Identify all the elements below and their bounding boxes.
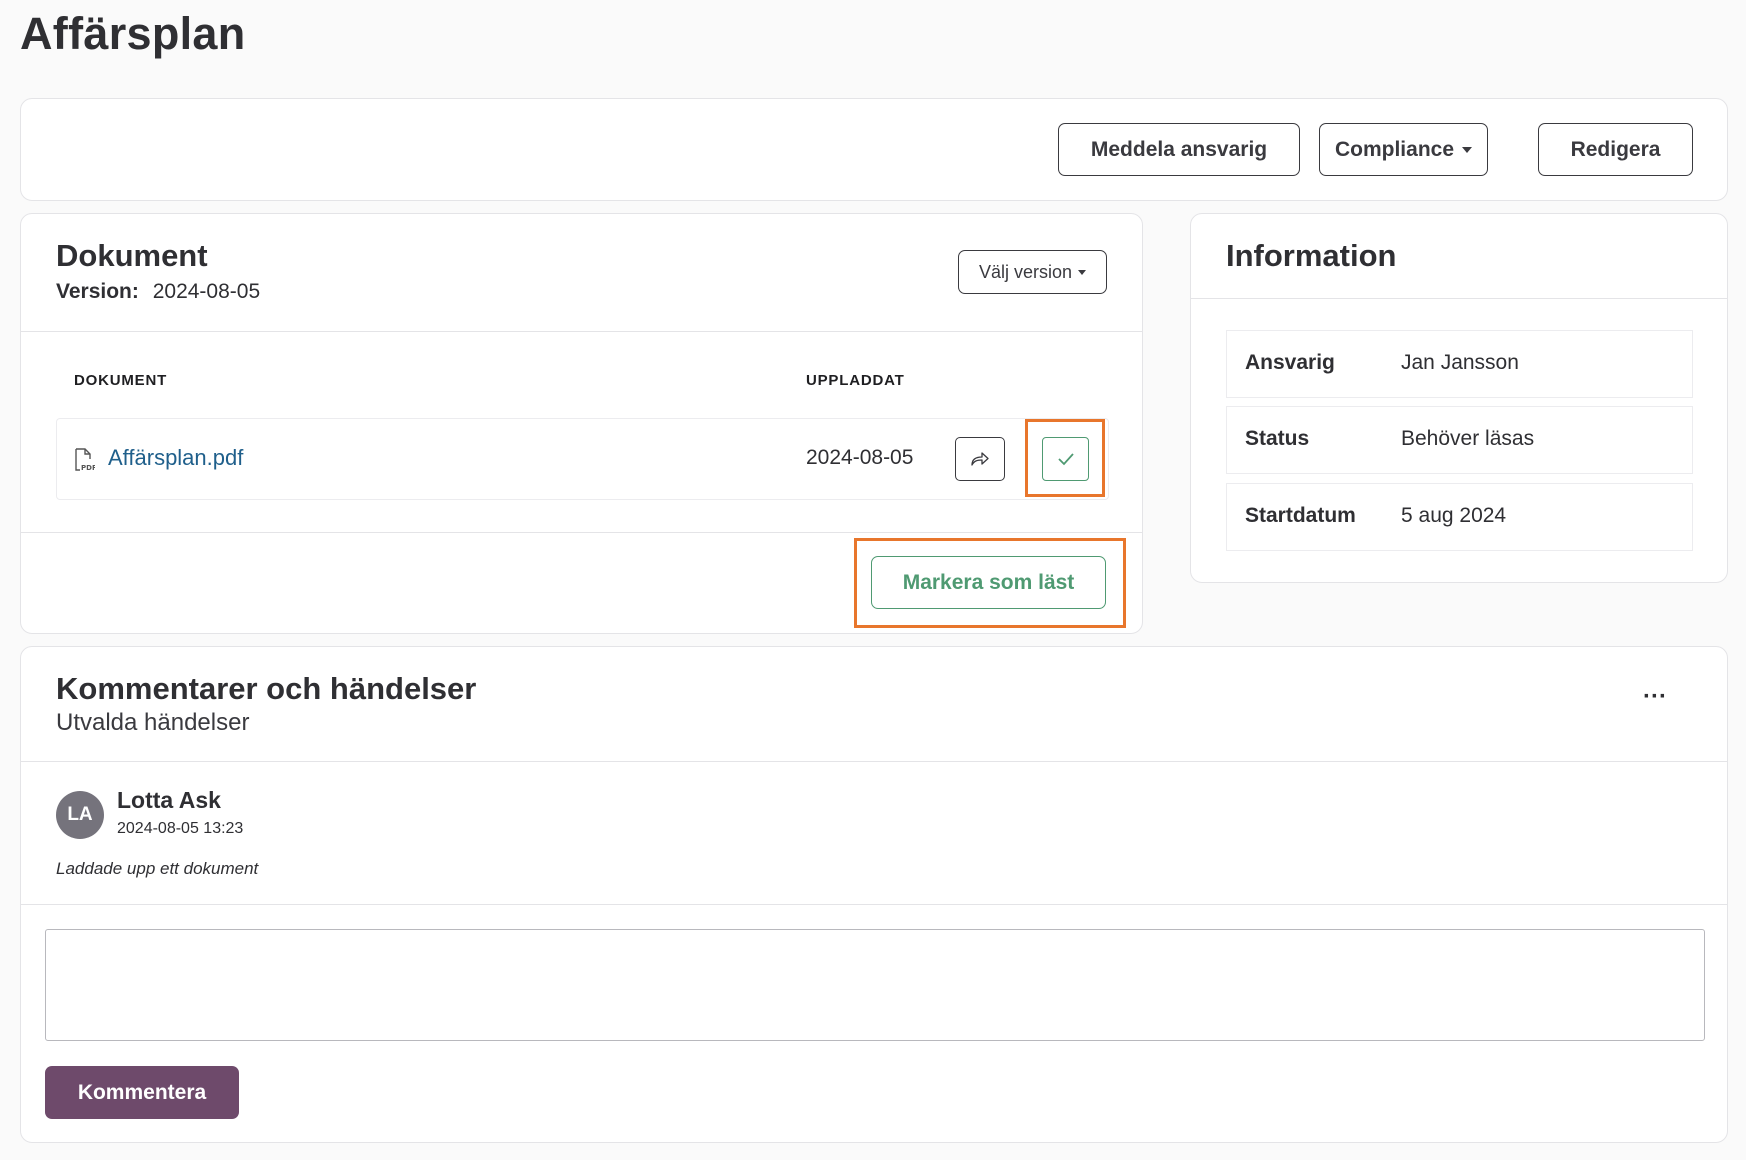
submit-comment-button[interactable]: Kommentera [45,1066,239,1119]
edit-label: Redigera [1570,137,1661,161]
svg-text:PDF: PDF [81,464,95,472]
info-row-status: Status Behöver läsas [1226,406,1693,474]
compliance-label: Compliance [1334,137,1455,161]
comments-card: Kommentarer och händelser Utvalda händel… [20,646,1728,1143]
comments-body-divider [21,904,1727,905]
edit-button[interactable]: Redigera [1538,123,1693,176]
page-title: Affärsplan [20,8,246,59]
version-line: Version: 2024-08-05 [56,280,260,304]
info-key: Status [1245,427,1310,450]
info-key: Startdatum [1245,504,1356,527]
document-card-title: Dokument [56,238,208,273]
pdf-file-icon: PDF [73,448,97,477]
caret-down-icon [1462,146,1473,153]
choose-version-button[interactable]: Välj version [958,250,1107,294]
event-author: Lotta Ask [117,787,221,813]
comments-subtitle: Utvalda händelser [56,709,250,736]
info-key: Ansvarig [1245,351,1335,374]
highlight-confirm-read [1025,419,1105,497]
document-file-link[interactable]: Affärsplan.pdf [108,445,243,471]
info-value: 5 aug 2024 [1401,504,1507,527]
comment-input[interactable] [45,929,1705,1041]
column-header-uploaded: UPPLADDAT [806,372,905,389]
notify-responsible-button[interactable]: Meddela ansvarig [1058,123,1300,176]
version-label: Version: [56,280,139,303]
information-card-title: Information [1226,238,1397,273]
info-row-responsible: Ansvarig Jan Jansson [1226,330,1693,398]
information-header-divider [1191,298,1727,299]
document-header-divider [21,331,1142,332]
info-value: Jan Jansson [1401,351,1519,374]
uploaded-date: 2024-08-05 [806,446,914,469]
event-text: Laddade upp ett dokument [56,859,259,878]
highlight-mark-as-read [854,538,1126,628]
info-value: Behöver läsas [1401,427,1535,450]
compliance-dropdown-button[interactable]: Compliance [1319,123,1488,176]
column-header-document: DOKUMENT [74,372,168,389]
more-options-icon[interactable]: ··· [1643,685,1667,709]
info-row-start-date: Startdatum 5 aug 2024 [1226,483,1693,551]
event-timestamp: 2024-08-05 13:23 [117,820,244,837]
share-arrow-icon [971,452,989,466]
table-row: PDF Affärsplan.pdf 2024-08-05 [56,418,1109,500]
notify-responsible-label: Meddela ansvarig [1090,137,1268,161]
comments-card-title: Kommentarer och händelser [56,671,477,706]
avatar: LA [56,791,104,839]
version-value: 2024-08-05 [152,280,261,303]
share-button[interactable] [955,437,1005,481]
document-footer-divider [21,532,1142,533]
toolbar-card: Meddela ansvarig Compliance Redigera [20,98,1728,201]
submit-comment-label: Kommentera [77,1080,207,1104]
caret-down-icon [1078,269,1087,275]
choose-version-label: Välj version [978,261,1073,282]
comments-header-divider [21,761,1727,762]
